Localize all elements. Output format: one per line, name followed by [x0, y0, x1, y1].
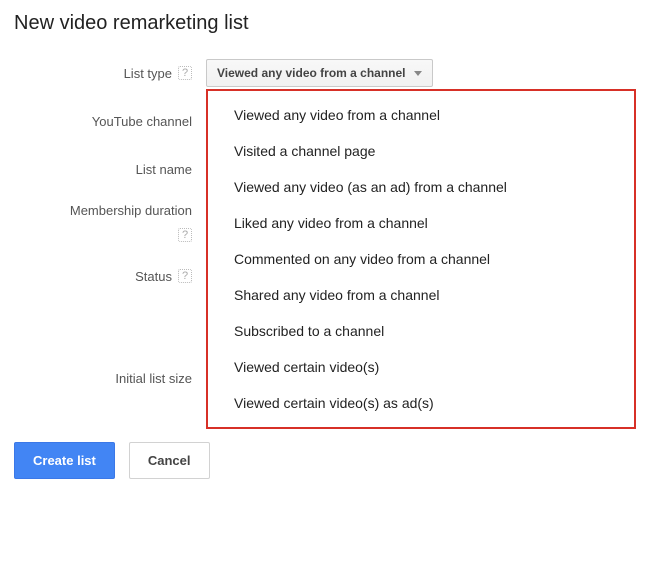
- label-initial-list-size: Initial list size: [10, 364, 206, 392]
- form-container: List type ? Viewed any video from a chan…: [10, 59, 640, 414]
- dropdown-option[interactable]: Viewed any video (as an ad) from a chann…: [208, 169, 634, 205]
- help-icon[interactable]: ?: [178, 269, 192, 283]
- label-youtube-channel-text: YouTube channel: [92, 114, 192, 129]
- list-type-dropdown[interactable]: Viewed any video from a channel: [206, 59, 433, 87]
- dropdown-option[interactable]: Commented on any video from a channel: [208, 241, 634, 277]
- dropdown-option[interactable]: Viewed certain video(s) as ad(s): [208, 385, 634, 421]
- label-list-name: List name: [10, 155, 206, 183]
- label-list-name-text: List name: [136, 162, 192, 177]
- dropdown-option[interactable]: Subscribed to a channel: [208, 313, 634, 349]
- dropdown-option[interactable]: Liked any video from a channel: [208, 205, 634, 241]
- dropdown-option[interactable]: Shared any video from a channel: [208, 277, 634, 313]
- label-list-type: List type ?: [10, 59, 206, 87]
- label-youtube-channel: YouTube channel: [10, 107, 206, 135]
- label-status: Status ?: [10, 262, 206, 290]
- label-initial-list-size-text: Initial list size: [115, 371, 192, 386]
- list-type-dropdown-menu: Viewed any video from a channel Visited …: [206, 89, 636, 429]
- page-title: New video remarketing list: [10, 12, 640, 35]
- label-membership-duration: Membership duration ?: [10, 203, 206, 242]
- help-icon[interactable]: ?: [178, 66, 192, 80]
- help-icon[interactable]: ?: [178, 228, 192, 242]
- dropdown-selected-text: Viewed any video from a channel: [217, 66, 406, 80]
- dropdown-option[interactable]: Viewed certain video(s): [208, 349, 634, 385]
- button-row: Create list Cancel: [10, 442, 640, 479]
- label-membership-duration-text: Membership duration: [70, 203, 192, 218]
- cancel-button[interactable]: Cancel: [129, 442, 210, 479]
- dropdown-option[interactable]: Visited a channel page: [208, 133, 634, 169]
- row-list-type: List type ? Viewed any video from a chan…: [10, 59, 640, 87]
- label-list-type-text: List type: [124, 66, 172, 81]
- chevron-down-icon: [414, 71, 422, 76]
- label-status-text: Status: [135, 269, 172, 284]
- field-list-type: Viewed any video from a channel Viewed a…: [206, 59, 640, 87]
- create-list-button[interactable]: Create list: [14, 442, 115, 479]
- dropdown-option[interactable]: Viewed any video from a channel: [208, 97, 634, 133]
